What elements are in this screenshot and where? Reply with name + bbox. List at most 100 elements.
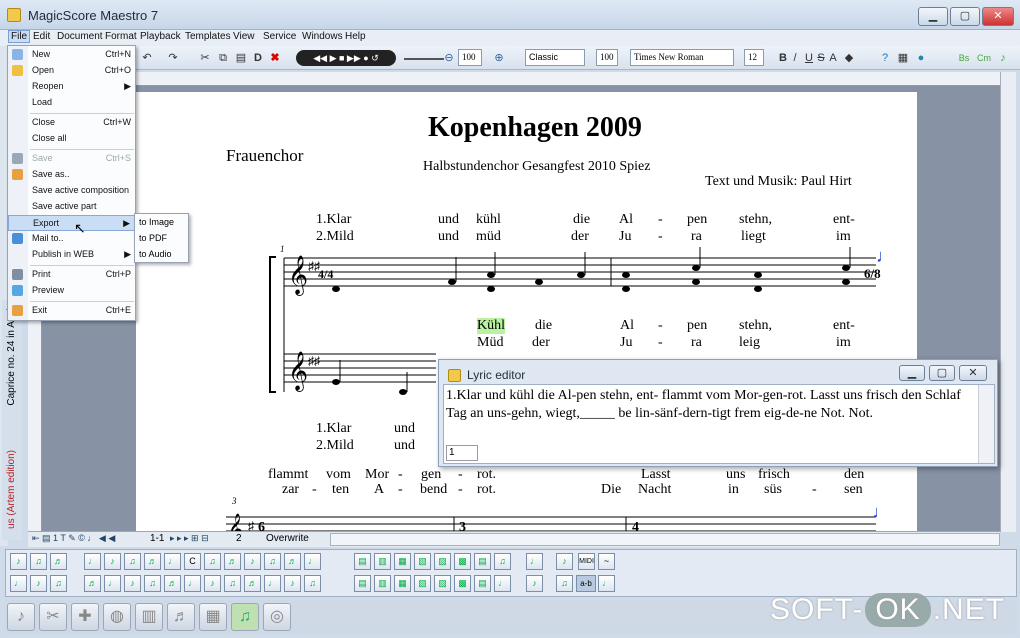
palette-note-28[interactable]: ♪ (284, 575, 301, 592)
palette-tool-10[interactable]: ♪ (556, 553, 573, 570)
palette-tool-2[interactable]: ▥ (374, 553, 391, 570)
menu-format[interactable]: Format (105, 31, 137, 42)
lyric-close-button[interactable]: ✕ (959, 365, 987, 381)
font-combo[interactable]: Times New Roman (630, 49, 734, 66)
palette-tool-19[interactable]: ♪ (526, 575, 543, 592)
palette-note-4[interactable]: ♩ (84, 553, 101, 570)
cm-icon[interactable]: Cm (976, 50, 992, 66)
menu-item-publish[interactable]: Publish in WEB ▶ (8, 247, 135, 263)
palette-note-2[interactable]: ♫ (30, 553, 47, 570)
palette-icon[interactable]: ◍ (103, 603, 131, 631)
lyrics-tool-icon[interactable]: ♫ (231, 603, 259, 631)
horizontal-scrollbar[interactable] (330, 533, 1000, 546)
zoom-combo[interactable]: 100 (458, 49, 482, 66)
palette-note-25[interactable]: ♫ (224, 575, 241, 592)
menu-document[interactable]: Document (57, 31, 103, 42)
palette-wave[interactable]: ~ (598, 553, 615, 570)
maximize-button[interactable]: ▢ (950, 7, 980, 26)
palette-ab[interactable]: a-b (576, 575, 596, 592)
menu-item-new[interactable]: New Ctrl+N (8, 47, 135, 63)
palette-tool-1[interactable]: ▤ (354, 553, 371, 570)
playback-controls[interactable]: ◀◀ ▶ ■ ▶▶ ● ↺ (296, 50, 396, 66)
menu-file[interactable]: File (8, 30, 31, 43)
palette-tool-21[interactable]: ♩ (598, 575, 615, 592)
palette-midi[interactable]: MIDI (578, 553, 595, 570)
menu-item-save-composition[interactable]: Save active composition (8, 183, 135, 199)
style-combo[interactable]: Classic (525, 49, 585, 66)
menu-item-print[interactable]: Print Ctrl+P (8, 267, 135, 283)
grid-icon[interactable]: ▦ (896, 50, 910, 66)
palette-note-17[interactable]: ♫ (50, 575, 67, 592)
palette-tool-3[interactable]: ▦ (394, 553, 411, 570)
mixer-icon[interactable]: ▦ (199, 603, 227, 631)
style-size-combo[interactable]: 100 (596, 49, 618, 66)
menu-item-close[interactable]: Close Ctrl+W (8, 115, 135, 131)
lyric-text-area[interactable]: 1.Klar und kühl die Al-pen stehn, ent- f… (443, 384, 995, 464)
color-icon[interactable]: ◆ (842, 50, 856, 66)
piano-icon[interactable]: ▥ (135, 603, 163, 631)
menu-item-reopen[interactable]: Reopen ▶ (8, 79, 135, 95)
lyric-maximize-button[interactable]: ▢ (929, 365, 955, 381)
palette-note-16[interactable]: ♪ (30, 575, 47, 592)
palette-note-22[interactable]: ♬ (164, 575, 181, 592)
palette-note-18[interactable]: ♬ (84, 575, 101, 592)
paste-icon[interactable]: ▤ (234, 50, 248, 66)
palette-tool-15[interactable]: ▨ (434, 575, 451, 592)
help-icon[interactable]: ? (878, 50, 892, 66)
align-button[interactable]: A (828, 50, 838, 66)
palette-tool-17[interactable]: ▤ (474, 575, 491, 592)
palette-note-10[interactable]: ♬ (224, 553, 241, 570)
menu-windows[interactable]: Windows (302, 31, 343, 42)
lyric-minimize-button[interactable]: ▁ (899, 365, 925, 381)
bass-icon[interactable]: Bs (956, 50, 972, 66)
delete-icon[interactable]: ✖ (268, 50, 282, 66)
menu-item-open[interactable]: Open Ctrl+O (8, 63, 135, 79)
menu-item-export[interactable]: Export ▶ (8, 215, 135, 231)
palette-note-6[interactable]: ♫ (124, 553, 141, 570)
note-icon[interactable]: ♪ (996, 50, 1010, 66)
minimize-button[interactable]: ▁ (918, 7, 948, 26)
palette-tool-8[interactable]: ♫ (494, 553, 511, 570)
export-to-image[interactable]: to Image (139, 217, 174, 227)
tab-artem[interactable]: us (Artem edition) (6, 450, 17, 529)
cut-icon[interactable]: ✂ (198, 50, 212, 66)
palette-note-15[interactable]: ♩ (10, 575, 27, 592)
palette-note-11[interactable]: ♪ (244, 553, 261, 570)
palette-cm[interactable]: C (184, 553, 201, 570)
palette-tool-7[interactable]: ▤ (474, 553, 491, 570)
palette-tool-9[interactable]: ♩ (526, 553, 543, 570)
menu-edit[interactable]: Edit (33, 31, 50, 42)
menu-service[interactable]: Service (263, 31, 296, 42)
palette-note-8[interactable]: ♩ (164, 553, 181, 570)
menu-help[interactable]: Help (345, 31, 366, 42)
palette-tool-11[interactable]: ▤ (354, 575, 371, 592)
wrench-icon[interactable]: ✚ (71, 603, 99, 631)
close-button[interactable]: ✕ (982, 7, 1014, 26)
palette-note-5[interactable]: ♪ (104, 553, 121, 570)
lyric-edit-highlight[interactable]: Kühl (477, 318, 505, 334)
copy-icon[interactable]: ⧉ (216, 50, 230, 66)
zoom-out-icon[interactable]: ⊖ (442, 50, 456, 66)
palette-note-1[interactable]: ♪ (10, 553, 27, 570)
guitar-icon[interactable]: ♬ (167, 603, 195, 631)
palette-note-29[interactable]: ♫ (304, 575, 321, 592)
zoom-in-icon[interactable]: ⊕ (492, 50, 506, 66)
palette-tool-5[interactable]: ▨ (434, 553, 451, 570)
export-to-pdf[interactable]: to PDF (139, 233, 167, 243)
lyric-scrollbar[interactable] (978, 385, 994, 463)
verse-spinner[interactable]: 1 (446, 445, 478, 461)
d-icon[interactable]: D (252, 50, 264, 66)
menu-item-save-as[interactable]: Save as.. (8, 167, 135, 183)
menu-item-mail[interactable]: Mail to.. (8, 231, 135, 247)
palette-note-7[interactable]: ♬ (144, 553, 161, 570)
strike-button[interactable]: S (816, 50, 826, 66)
menu-view[interactable]: View (233, 31, 255, 42)
palette-tool-6[interactable]: ▩ (454, 553, 471, 570)
undo-icon[interactable]: ↶ (138, 50, 156, 66)
palette-note-12[interactable]: ♫ (264, 553, 281, 570)
note-tool-icon[interactable]: ♪ (7, 603, 35, 631)
redo-icon[interactable]: ↷ (164, 50, 182, 66)
palette-note-26[interactable]: ♬ (244, 575, 261, 592)
palette-note-21[interactable]: ♫ (144, 575, 161, 592)
palette-note-14[interactable]: ♩ (304, 553, 321, 570)
